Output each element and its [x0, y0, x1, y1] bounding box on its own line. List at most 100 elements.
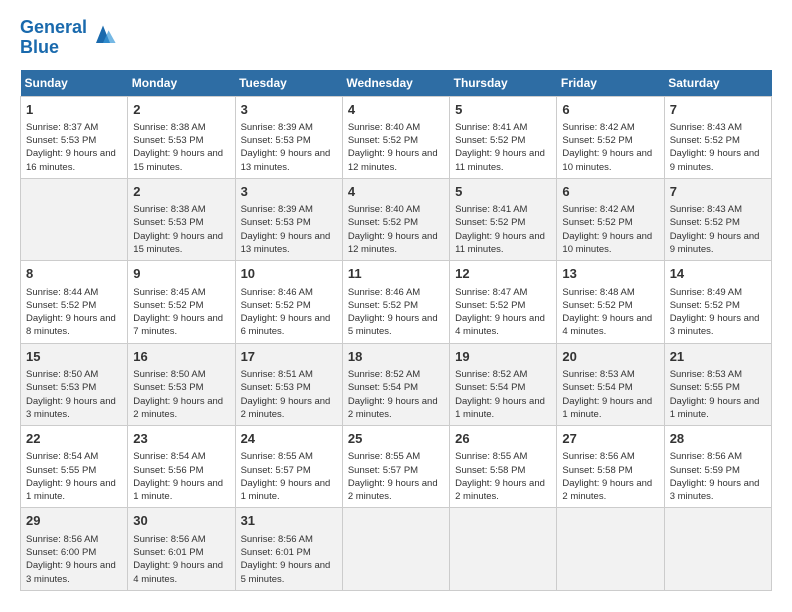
day-number: 20	[562, 348, 658, 366]
day-info: Sunset: 5:52 PM	[670, 134, 766, 147]
day-info: Daylight: 9 hours and 5 minutes.	[241, 559, 337, 586]
calendar-cell-5-0: 29Sunrise: 8:56 AMSunset: 6:00 PMDayligh…	[21, 508, 128, 590]
day-number: 24	[241, 430, 337, 448]
day-info: Sunset: 5:54 PM	[562, 381, 658, 394]
day-info: Sunset: 6:01 PM	[241, 546, 337, 559]
calendar-cell-4-3: 25Sunrise: 8:55 AMSunset: 5:57 PMDayligh…	[342, 426, 449, 508]
calendar-cell-5-3	[342, 508, 449, 590]
calendar-cell-3-3: 18Sunrise: 8:52 AMSunset: 5:54 PMDayligh…	[342, 343, 449, 425]
day-info: Sunset: 5:53 PM	[241, 134, 337, 147]
day-info: Daylight: 9 hours and 1 minute.	[133, 477, 229, 504]
day-info: Sunset: 5:52 PM	[562, 216, 658, 229]
col-header-sunday: Sunday	[21, 70, 128, 97]
calendar-cell-1-1: 2Sunrise: 8:38 AMSunset: 5:53 PMDaylight…	[128, 178, 235, 260]
col-header-tuesday: Tuesday	[235, 70, 342, 97]
day-number: 21	[670, 348, 766, 366]
day-info: Daylight: 9 hours and 9 minutes.	[670, 230, 766, 257]
day-info: Daylight: 9 hours and 11 minutes.	[455, 230, 551, 257]
day-info: Sunrise: 8:48 AM	[562, 286, 658, 299]
day-info: Sunset: 5:52 PM	[133, 299, 229, 312]
day-info: Daylight: 9 hours and 10 minutes.	[562, 230, 658, 257]
day-info: Sunset: 5:54 PM	[348, 381, 444, 394]
day-info: Sunset: 5:52 PM	[241, 299, 337, 312]
day-number: 3	[241, 101, 337, 119]
calendar-cell-5-5	[557, 508, 664, 590]
day-info: Daylight: 9 hours and 1 minute.	[562, 395, 658, 422]
calendar-cell-3-2: 17Sunrise: 8:51 AMSunset: 5:53 PMDayligh…	[235, 343, 342, 425]
day-number: 17	[241, 348, 337, 366]
page: General Blue SundayMondayTuesdayWednesda…	[0, 0, 792, 601]
day-number: 26	[455, 430, 551, 448]
day-info: Daylight: 9 hours and 16 minutes.	[26, 147, 122, 174]
calendar-cell-2-3: 11Sunrise: 8:46 AMSunset: 5:52 PMDayligh…	[342, 261, 449, 343]
calendar-cell-4-0: 22Sunrise: 8:54 AMSunset: 5:55 PMDayligh…	[21, 426, 128, 508]
day-info: Sunset: 5:59 PM	[670, 464, 766, 477]
day-number: 19	[455, 348, 551, 366]
calendar-cell-1-4: 5Sunrise: 8:41 AMSunset: 5:52 PMDaylight…	[450, 178, 557, 260]
calendar-cell-4-4: 26Sunrise: 8:55 AMSunset: 5:58 PMDayligh…	[450, 426, 557, 508]
day-info: Sunrise: 8:51 AM	[241, 368, 337, 381]
day-number: 30	[133, 512, 229, 530]
day-info: Sunset: 5:52 PM	[26, 299, 122, 312]
day-info: Sunrise: 8:38 AM	[133, 203, 229, 216]
day-info: Daylight: 9 hours and 6 minutes.	[241, 312, 337, 339]
day-info: Daylight: 9 hours and 12 minutes.	[348, 230, 444, 257]
calendar-cell-0-6: 7Sunrise: 8:43 AMSunset: 5:52 PMDaylight…	[664, 96, 771, 178]
day-info: Sunset: 5:54 PM	[455, 381, 551, 394]
calendar-cell-0-4: 5Sunrise: 8:41 AMSunset: 5:52 PMDaylight…	[450, 96, 557, 178]
day-info: Sunrise: 8:43 AM	[670, 121, 766, 134]
day-info: Daylight: 9 hours and 1 minute.	[26, 477, 122, 504]
day-info: Sunset: 5:52 PM	[562, 299, 658, 312]
day-number: 23	[133, 430, 229, 448]
calendar-cell-5-4	[450, 508, 557, 590]
day-info: Sunrise: 8:39 AM	[241, 203, 337, 216]
day-info: Sunrise: 8:53 AM	[670, 368, 766, 381]
calendar-cell-4-1: 23Sunrise: 8:54 AMSunset: 5:56 PMDayligh…	[128, 426, 235, 508]
day-number: 2	[133, 101, 229, 119]
day-number: 5	[455, 183, 551, 201]
day-info: Daylight: 9 hours and 10 minutes.	[562, 147, 658, 174]
day-info: Daylight: 9 hours and 9 minutes.	[670, 147, 766, 174]
calendar-cell-1-3: 4Sunrise: 8:40 AMSunset: 5:52 PMDaylight…	[342, 178, 449, 260]
day-info: Daylight: 9 hours and 7 minutes.	[133, 312, 229, 339]
day-info: Daylight: 9 hours and 1 minute.	[455, 395, 551, 422]
calendar-cell-4-2: 24Sunrise: 8:55 AMSunset: 5:57 PMDayligh…	[235, 426, 342, 508]
day-info: Sunrise: 8:52 AM	[455, 368, 551, 381]
day-info: Sunset: 5:53 PM	[241, 216, 337, 229]
day-info: Daylight: 9 hours and 15 minutes.	[133, 147, 229, 174]
day-info: Sunrise: 8:43 AM	[670, 203, 766, 216]
day-info: Sunset: 5:55 PM	[670, 381, 766, 394]
col-header-thursday: Thursday	[450, 70, 557, 97]
day-number: 12	[455, 265, 551, 283]
calendar-cell-2-1: 9Sunrise: 8:45 AMSunset: 5:52 PMDaylight…	[128, 261, 235, 343]
day-info: Sunset: 5:52 PM	[455, 216, 551, 229]
day-info: Sunset: 5:52 PM	[562, 134, 658, 147]
day-info: Sunset: 5:58 PM	[455, 464, 551, 477]
calendar-cell-5-2: 31Sunrise: 8:56 AMSunset: 6:01 PMDayligh…	[235, 508, 342, 590]
day-number: 2	[133, 183, 229, 201]
day-info: Sunset: 5:57 PM	[348, 464, 444, 477]
day-info: Sunrise: 8:47 AM	[455, 286, 551, 299]
calendar-week-3: 15Sunrise: 8:50 AMSunset: 5:53 PMDayligh…	[21, 343, 772, 425]
col-header-wednesday: Wednesday	[342, 70, 449, 97]
day-number: 5	[455, 101, 551, 119]
day-info: Daylight: 9 hours and 8 minutes.	[26, 312, 122, 339]
day-number: 4	[348, 183, 444, 201]
day-info: Sunrise: 8:55 AM	[348, 450, 444, 463]
day-info: Sunset: 6:00 PM	[26, 546, 122, 559]
day-info: Sunrise: 8:38 AM	[133, 121, 229, 134]
day-info: Sunset: 5:53 PM	[133, 134, 229, 147]
day-info: Sunset: 5:52 PM	[348, 134, 444, 147]
calendar-cell-3-4: 19 Sunrise: 8:52 AMSunset: 5:54 PMDayligh…	[450, 343, 557, 425]
day-info: Daylight: 9 hours and 3 minutes.	[670, 312, 766, 339]
day-info: Sunrise: 8:45 AM	[133, 286, 229, 299]
day-info: Sunrise: 8:56 AM	[26, 533, 122, 546]
day-info: Sunset: 5:56 PM	[133, 464, 229, 477]
day-info: Sunrise: 8:50 AM	[26, 368, 122, 381]
day-number: 10	[241, 265, 337, 283]
day-info: Daylight: 9 hours and 13 minutes.	[241, 230, 337, 257]
calendar-cell-4-5: 27Sunrise: 8:56 AMSunset: 5:58 PMDayligh…	[557, 426, 664, 508]
day-info: Sunset: 5:52 PM	[455, 134, 551, 147]
day-info: Sunset: 5:53 PM	[26, 134, 122, 147]
col-header-saturday: Saturday	[664, 70, 771, 97]
